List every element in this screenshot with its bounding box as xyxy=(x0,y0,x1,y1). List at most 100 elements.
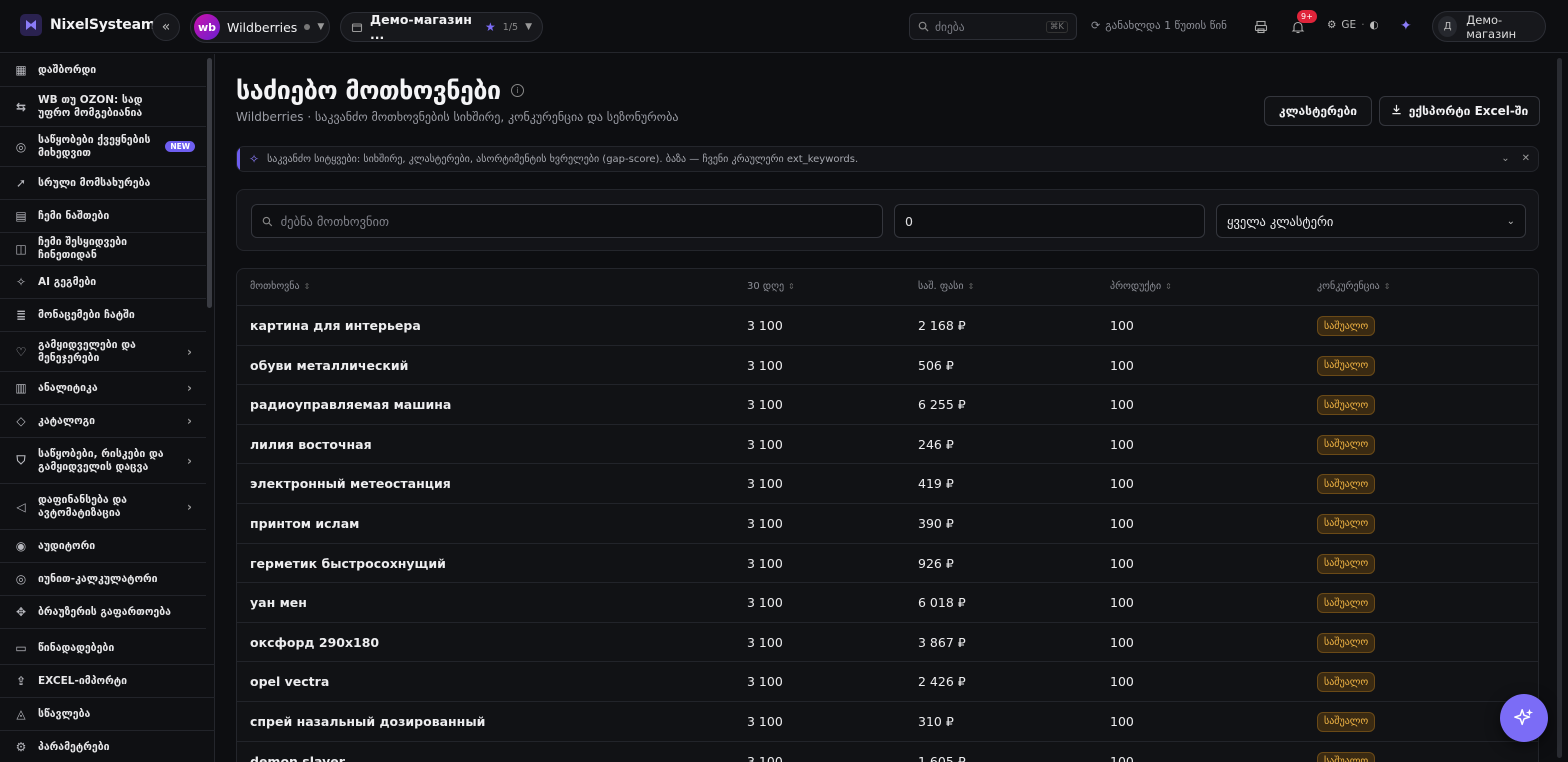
handshake-icon: ♡ xyxy=(15,344,27,359)
sidebar-item[interactable]: ◁ დაფინანსება და ავტომატიზაცია › xyxy=(0,484,206,530)
sidebar-item[interactable]: ◬ სწავლება xyxy=(0,698,215,731)
sidebar-item-label: აუდიტორი xyxy=(38,539,96,552)
expand-chevron-icon[interactable]: ⌄ xyxy=(1501,153,1509,164)
wildberries-logo: wb xyxy=(194,14,220,40)
column-header[interactable]: პროდუქტი ⇕ xyxy=(1110,281,1172,292)
sidebar-item[interactable]: ✧ AI გეგმები xyxy=(0,266,206,299)
app-root: NixelSysteam « wb Wildberries ▼ Демо-маг… xyxy=(0,0,1568,762)
column-header[interactable]: კონკურენცია ⇕ xyxy=(1317,281,1390,292)
store-select[interactable]: Демо-магазин ... ★ 1/5 ▼ xyxy=(340,12,543,42)
avatar: Д xyxy=(1438,16,1458,37)
table-row[interactable]: принтом ислам 3 100 390 ₽ 100 საშუალო xyxy=(237,504,1538,544)
table-row[interactable]: спрей назальный дозированный 3 100 310 ₽ 10… xyxy=(237,702,1538,742)
cell-price: 926 ₽ xyxy=(918,555,954,571)
table-row[interactable]: обуви металлический 3 100 506 ₽ 100 საშუალო xyxy=(237,346,1538,386)
cell-query: обуви металлический xyxy=(250,357,409,373)
sidebar-collapse-button[interactable]: « xyxy=(152,13,180,41)
clusters-button[interactable]: კლასტერები xyxy=(1264,96,1372,126)
sidebar-item-label: წინადადებები xyxy=(38,641,115,654)
sidebar-item-label: WB თუ OZON: სად უფრო მომგებიანია xyxy=(38,93,143,119)
sparkle-icon: ✧ xyxy=(249,152,260,166)
sidebar-item[interactable]: ◇ კატალოგი › xyxy=(0,405,206,438)
table-row[interactable]: картина для интерьера 3 100 2 168 ₽ 100 საშუ… xyxy=(237,306,1538,346)
star-icon: ★ xyxy=(485,20,496,34)
cell-price: 2 426 ₽ xyxy=(918,674,966,690)
sidebar-item[interactable]: ◎ საწყობები ქვეყნების მიხედვით NEW xyxy=(0,127,206,167)
cell-d30: 3 100 xyxy=(747,357,783,373)
cell-query: лилия восточная xyxy=(250,436,372,452)
column-header-label: მოთხოვნა xyxy=(250,281,300,292)
query-search-field[interactable] xyxy=(251,204,883,238)
info-icon[interactable]: i xyxy=(510,84,524,97)
sidebar-item[interactable]: ➚ სრული მომსახურება xyxy=(0,167,206,200)
graduation-icon: ◬ xyxy=(16,707,26,721)
ai-assistant-top-icon[interactable]: ✦ xyxy=(1400,18,1412,34)
cluster-select[interactable]: ყველა კლასტერი ⌄ xyxy=(1216,204,1526,238)
main-scrollbar[interactable] xyxy=(1557,58,1562,758)
column-header[interactable]: 30 დღე ⇕ xyxy=(747,281,795,292)
min-frequency-input[interactable] xyxy=(905,213,1194,229)
sidebar-item[interactable]: ◫ ჩემი შესყიდვები ჩინეთიდან xyxy=(0,233,206,266)
table-row[interactable]: opel vectra 3 100 2 426 ₽ 100 საშუალო xyxy=(237,662,1538,702)
sidebar-item[interactable]: ✥ ბრაუზერის გაფართოება xyxy=(0,596,206,629)
sync-status[interactable]: ⟳ განახლდა 1 წუთის წინ xyxy=(1091,19,1227,32)
cell-d30: 3 100 xyxy=(747,555,783,571)
export-excel-button[interactable]: ექსპორტი Excel-ში xyxy=(1379,96,1540,126)
sidebar-item[interactable]: ⇪ EXCEL-იმპორტი xyxy=(0,665,215,698)
table-row[interactable]: лилия восточная 3 100 246 ₽ 100 საშუალო xyxy=(237,425,1538,465)
sidebar-item[interactable]: ▤ ჩემი ნაშთები xyxy=(0,200,206,233)
sidebar-item[interactable]: ◎ იუნით-კალკულატორი xyxy=(0,563,206,596)
marketplace-select[interactable]: wb Wildberries ▼ xyxy=(190,11,330,43)
query-search-input[interactable] xyxy=(280,213,872,229)
column-header-label: პროდუქტი xyxy=(1110,281,1162,292)
global-search-input[interactable] xyxy=(935,19,1035,34)
cell-d30: 3 100 xyxy=(747,634,783,650)
table-row[interactable]: герметик быстросохнущий 3 100 926 ₽ 100 საშუ… xyxy=(237,544,1538,584)
cluster-select-value: ყველა კლასტერი xyxy=(1227,213,1334,229)
globe-icon: ◎ xyxy=(15,139,27,154)
sparkle-icon: ✧ xyxy=(15,275,27,289)
box-icon: ◇ xyxy=(16,414,26,428)
table-row[interactable]: оксфорд 290х180 3 100 3 867 ₽ 100 საშუალო xyxy=(237,623,1538,663)
account-menu[interactable]: Д Демо-магазин xyxy=(1432,11,1546,42)
cell-query: электронный метеостанция xyxy=(250,476,451,492)
search-icon xyxy=(918,17,929,36)
print-button[interactable] xyxy=(1250,16,1272,38)
cell-products: 100 xyxy=(1110,476,1134,492)
sidebar-item[interactable]: ▭ წინადადებები xyxy=(0,632,215,665)
competition-badge: საშუალო xyxy=(1317,632,1376,653)
search-icon xyxy=(262,216,273,226)
table-row[interactable]: электронный метеостанция 3 100 419 ₽ 100 საშ… xyxy=(237,464,1538,504)
dashboard-icon: ▦ xyxy=(15,63,27,77)
account-name: Демо-магазин xyxy=(1466,12,1517,41)
sidebar-item[interactable]: ♡ გამყიდველები და მენეჯერები › xyxy=(0,332,206,372)
filters-panel: ყველა კლასტერი ⌄ xyxy=(236,189,1539,251)
min-frequency-field[interactable] xyxy=(894,204,1205,238)
competition-badge: საშუალო xyxy=(1317,474,1376,495)
shield-icon: ⛉ xyxy=(16,453,26,467)
table-row[interactable]: demon slayer 3 100 1 605 ₽ 100 საშუალო xyxy=(237,742,1538,762)
cell-products: 100 xyxy=(1110,634,1134,650)
cell-price: 246 ₽ xyxy=(918,436,954,452)
brand-logo[interactable]: NixelSysteam xyxy=(20,14,155,36)
sidebar-scrollbar[interactable] xyxy=(207,58,212,308)
table-row[interactable]: радиоуправляемая машина 3 100 6 255 ₽ 100 სა… xyxy=(237,385,1538,425)
global-search[interactable]: ⌘K xyxy=(909,13,1077,40)
competition-badge: საშუალო xyxy=(1317,355,1376,376)
sidebar-item[interactable]: ◉ აუდიტორი xyxy=(0,530,206,563)
cell-query: уан мен xyxy=(250,595,307,611)
sidebar-item[interactable]: ≣ მონაცემები ჩატში xyxy=(0,299,206,332)
table-row[interactable]: уан мен 3 100 6 018 ₽ 100 საშუალო xyxy=(237,583,1538,623)
sidebar-item[interactable]: ⛉ საწყობები, რისკები და გამყიდველის დაცვა… xyxy=(0,438,206,484)
sidebar-item[interactable]: ▦ დაშბორდი xyxy=(0,54,206,87)
sidebar-item[interactable]: ⇆ WB თუ OZON: სად უფრო მომგებიანია xyxy=(0,87,206,127)
column-header-label: კონკურენცია xyxy=(1317,281,1380,292)
ai-assistant-fab[interactable] xyxy=(1500,694,1548,742)
column-header[interactable]: მოთხოვნა ⇕ xyxy=(250,281,310,292)
competition-badge: საშუალო xyxy=(1317,513,1376,534)
sidebar-item[interactable]: ▥ ანალიტიკა › xyxy=(0,372,206,405)
sidebar-item[interactable]: ⚙ პარამეტრები xyxy=(0,731,215,762)
language-switcher[interactable]: ⚙ GE · ◐ xyxy=(1327,19,1379,31)
column-header[interactable]: საშ. ფასი ⇕ xyxy=(918,281,974,292)
close-icon[interactable]: ✕ xyxy=(1522,153,1530,164)
